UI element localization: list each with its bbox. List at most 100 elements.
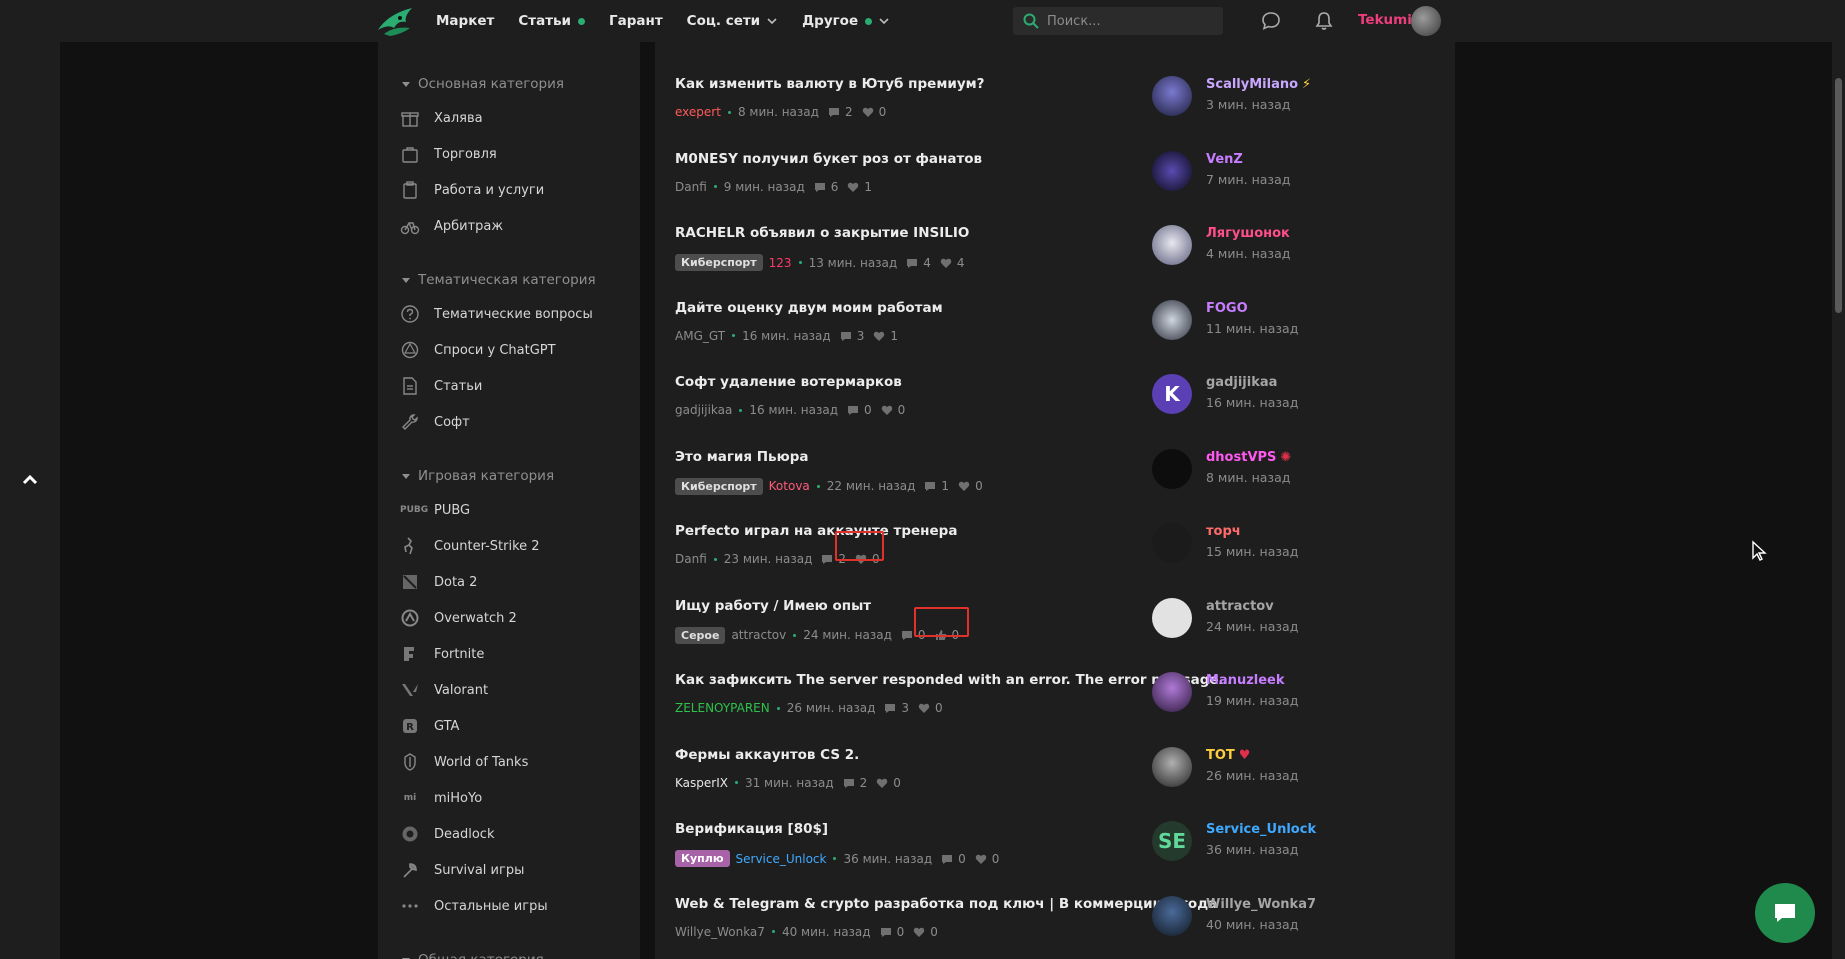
avatar[interactable]	[1152, 225, 1192, 265]
nav-item-2[interactable]: Гарант	[609, 13, 663, 29]
chat-fab-button[interactable]	[1755, 883, 1815, 943]
sidebar-item[interactable]: Тематические вопросы	[378, 296, 640, 332]
thread-author[interactable]: Danfi	[675, 180, 707, 194]
thread-row[interactable]: Верификация [80$] Куплю Service_Unlock 36 м…	[675, 797, 1445, 871]
prefix-badge[interactable]: Киберспорт	[675, 254, 763, 271]
sidebar-item[interactable]: mi miHoYo	[378, 780, 640, 816]
sidebar-item[interactable]: Fortnite	[378, 636, 640, 672]
thread-title[interactable]: M0NESY получил букет роз от фанатов	[675, 151, 1235, 167]
last-reply-user[interactable]: TOT ♥	[1206, 748, 1250, 763]
thread-row[interactable]: Ищу работу / Имею опыт Серое attractov 24 м…	[675, 574, 1445, 648]
last-reply-user[interactable]: Лягушонок	[1206, 226, 1290, 241]
sidebar-item[interactable]: World of Tanks	[378, 744, 640, 780]
sidebar-item[interactable]: Overwatch 2	[378, 600, 640, 636]
sidebar-item[interactable]: Работа и услуги	[378, 172, 640, 208]
category-header[interactable]: Игровая категория	[378, 460, 640, 492]
last-reply-user[interactable]: gadjijikaa	[1206, 375, 1277, 390]
category-header[interactable]: Тематическая категория	[378, 264, 640, 296]
avatar[interactable]	[1411, 6, 1441, 36]
search-input[interactable]	[1047, 13, 1207, 29]
chat-bubble-icon[interactable]	[1260, 10, 1282, 32]
avatar[interactable]	[1152, 597, 1192, 638]
avatar[interactable]: K	[1152, 374, 1192, 414]
thread-author[interactable]: Willye_Wonka7	[675, 925, 765, 939]
thread-author[interactable]: Kotova	[769, 479, 810, 493]
last-reply-user[interactable]: Willye_Wonka7	[1206, 897, 1316, 912]
sidebar-item[interactable]: Остальные игры	[378, 888, 640, 924]
nav-item-0[interactable]: Маркет	[436, 13, 494, 29]
last-reply-user[interactable]: FOGO	[1206, 301, 1248, 316]
sidebar-item[interactable]: Dota 2	[378, 564, 640, 600]
avatar[interactable]	[1152, 150, 1192, 191]
thread-title[interactable]: Perfecto играл на аккаунте тренера	[675, 523, 1235, 539]
sidebar-item[interactable]: Торговля	[378, 136, 640, 172]
sidebar-item[interactable]: Арбитраж	[378, 208, 640, 244]
category-header[interactable]: Основная категория	[378, 68, 640, 100]
thread-author[interactable]: KasperIX	[675, 776, 728, 790]
sidebar-item[interactable]: Valorant	[378, 672, 640, 708]
thread-author[interactable]: gadjijikaa	[675, 403, 732, 417]
avatar[interactable]: SE	[1152, 821, 1192, 861]
thread-author[interactable]: ZELENOYPAREN	[675, 701, 770, 715]
thread-title[interactable]: Web & Telegram & crypto разработка под к…	[675, 896, 1235, 912]
thread-title[interactable]: Как зафиксить The server responded with …	[675, 672, 1235, 688]
prefix-badge[interactable]: Киберспорт	[675, 477, 763, 495]
thread-title[interactable]: Фермы аккаунтов CS 2.	[675, 747, 1235, 763]
thread-author[interactable]: AMG_GT	[675, 329, 725, 343]
sidebar-item[interactable]: Counter-Strike 2	[378, 528, 640, 564]
sidebar-item[interactable]: Халява	[378, 100, 640, 136]
avatar[interactable]	[1152, 895, 1192, 936]
sidebar-item[interactable]: Survival игры	[378, 852, 640, 888]
thread-row[interactable]: Софт удаление вотермарков gadjijikaa 16 ми…	[675, 350, 1445, 424]
nav-item-3[interactable]: Соц. сети	[687, 13, 778, 29]
thread-row[interactable]: M0NESY получил букет роз от фанатов Danfi…	[675, 127, 1445, 201]
logo-icon[interactable]	[376, 4, 414, 38]
thread-author[interactable]: exepert	[675, 105, 721, 119]
nav-item-1[interactable]: Статьи	[518, 13, 586, 29]
avatar[interactable]	[1152, 299, 1192, 340]
sidebar-item[interactable]: Deadlock	[378, 816, 640, 852]
avatar[interactable]	[1152, 76, 1192, 116]
username[interactable]: Tekumi	[1358, 12, 1412, 28]
sidebar-item[interactable]: R GTA	[378, 708, 640, 744]
avatar[interactable]	[1152, 448, 1192, 489]
thread-author[interactable]: attractov	[731, 628, 786, 642]
thread-row[interactable]: Perfecto играл на аккаунте тренера Danfi 2…	[675, 499, 1445, 573]
last-reply-user[interactable]: VenZ	[1206, 152, 1243, 167]
last-reply-user[interactable]: торч	[1206, 524, 1241, 539]
thread-title[interactable]: RACHELR объявил о закрытие INSILIO	[675, 225, 1235, 241]
last-reply-user[interactable]: dhostVPS ✺	[1206, 450, 1291, 465]
avatar[interactable]	[1152, 746, 1192, 787]
thread-row[interactable]: Web & Telegram & crypto разработка под к…	[675, 872, 1445, 946]
thread-row[interactable]: Это магия Пьюра Киберспорт Kotova 22 мин. н…	[675, 425, 1445, 499]
last-reply-user[interactable]: ScallyMilano ⚡	[1206, 77, 1311, 92]
last-reply-user[interactable]: attractov	[1206, 599, 1274, 614]
avatar[interactable]	[1152, 523, 1192, 563]
thread-title[interactable]: Софт удаление вотермарков	[675, 374, 1235, 390]
category-header[interactable]: Общая категория	[378, 944, 640, 959]
thread-title[interactable]: Дайте оценку двум моим работам	[675, 300, 1235, 316]
prefix-badge[interactable]: Серое	[675, 626, 726, 644]
thread-author[interactable]: 123	[769, 256, 792, 270]
bell-icon[interactable]	[1313, 10, 1335, 32]
thread-author[interactable]: Service_Unlock	[736, 852, 827, 866]
thread-title[interactable]: Верификация [80$]	[675, 821, 1235, 837]
sidebar-item[interactable]: Статьи	[378, 368, 640, 404]
thread-title[interactable]: Это магия Пьюра	[675, 449, 1235, 465]
thread-row[interactable]: Как зафиксить The server responded with …	[675, 648, 1445, 722]
thread-title[interactable]: Как изменить валюту в Ютуб премиум?	[675, 76, 1235, 92]
sidebar-item[interactable]: PUBG PUBG	[378, 492, 640, 528]
thread-author[interactable]: Danfi	[675, 552, 707, 566]
thread-row[interactable]: Как изменить валюту в Ютуб премиум? exepe…	[675, 52, 1445, 126]
search-box[interactable]	[1013, 7, 1223, 35]
thread-row[interactable]: RACHELR объявил о закрытие INSILIO Киберс…	[675, 201, 1445, 275]
last-reply-user[interactable]: Manuzleek	[1206, 673, 1285, 688]
prefix-badge[interactable]: Куплю	[675, 850, 730, 867]
sidebar-item[interactable]: Софт	[378, 404, 640, 440]
thread-row[interactable]: Фермы аккаунтов CS 2. KasperIX 31 мин. наз…	[675, 723, 1445, 797]
last-reply-user[interactable]: Service_Unlock	[1206, 822, 1316, 837]
scroll-up-icon[interactable]	[20, 470, 40, 490]
sidebar-item[interactable]: Спроси у ChatGPT	[378, 332, 640, 368]
avatar[interactable]	[1152, 672, 1192, 712]
scrollbar-thumb[interactable]	[1835, 78, 1842, 313]
